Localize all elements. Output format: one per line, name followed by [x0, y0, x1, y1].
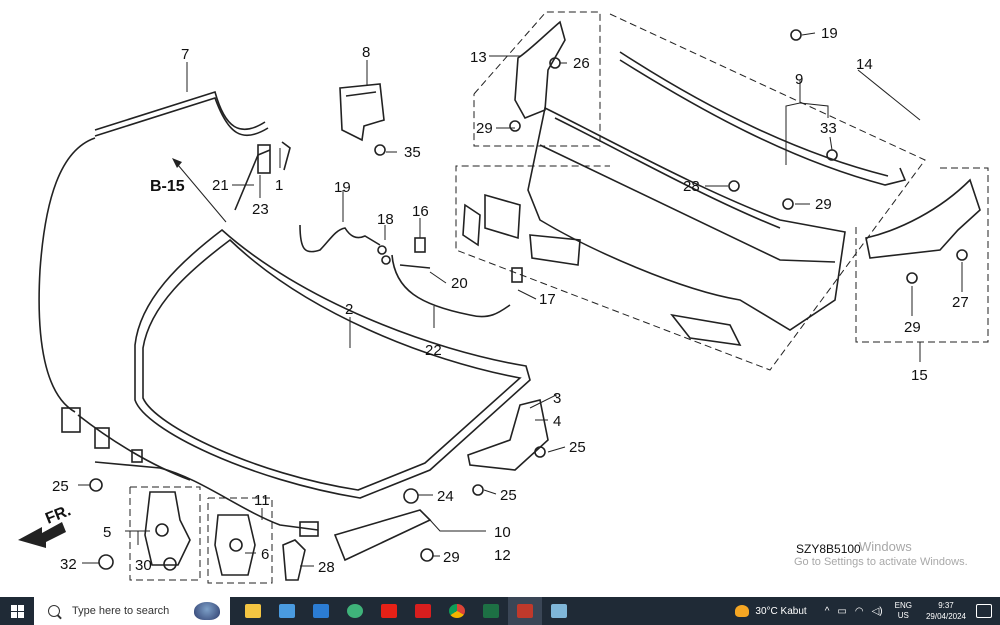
callout-9: 9	[795, 71, 803, 88]
honda-icon	[415, 604, 431, 618]
front-arrow-label: FR.	[43, 502, 73, 527]
search-placeholder: Type here to search	[72, 605, 170, 617]
callout-25-lower: 25	[500, 487, 517, 504]
callout-7: 7	[181, 46, 189, 63]
callout-16: 16	[412, 203, 429, 220]
callout-22: 22	[425, 342, 442, 359]
callout-17: 17	[539, 291, 556, 308]
input-language[interactable]: ENG US	[895, 601, 912, 621]
callout-15: 15	[911, 367, 928, 384]
callout-10: 10	[494, 524, 511, 541]
hood-panel	[134, 228, 531, 499]
hood-seal-7	[38, 90, 269, 413]
callout-5: 5	[103, 524, 111, 541]
search-highlight-icon	[194, 602, 220, 620]
callout-24: 24	[437, 488, 454, 505]
wifi-icon[interactable]: ◠	[855, 606, 864, 617]
side-cover-15	[865, 178, 981, 259]
callout-25-upper: 25	[569, 439, 586, 456]
callout-13: 13	[470, 49, 487, 66]
callout-33: 33	[820, 120, 837, 137]
taskbar-excel[interactable]	[474, 597, 508, 625]
taskbar-store[interactable]	[270, 597, 304, 625]
edge-icon	[347, 604, 363, 618]
clock-date: 29/04/2024	[925, 612, 966, 621]
hood-hinge-8	[339, 83, 386, 156]
leader-lines	[78, 32, 963, 567]
youtube-icon	[381, 604, 397, 618]
callout-19: 19	[334, 179, 351, 196]
show-hidden-icons-chevron-icon[interactable]: ^	[825, 606, 830, 617]
frame-group-15	[855, 167, 989, 343]
honda-epc-icon	[517, 604, 533, 618]
clock-time: 9:37	[938, 601, 954, 610]
store-icon	[279, 604, 295, 618]
diagram-code: SZY8B5100	[796, 542, 861, 556]
side-cover-13	[514, 20, 566, 120]
taskbar-edge[interactable]	[338, 597, 372, 625]
taskbar-honda[interactable]	[406, 597, 440, 625]
callout-35: 35	[404, 144, 421, 161]
callout-3: 3	[553, 390, 561, 407]
notifications-icon[interactable]	[976, 604, 992, 618]
callout-31: 19	[821, 25, 838, 42]
callout-27-upper: 26	[573, 55, 590, 72]
callout-29-lower: 29	[904, 319, 921, 336]
activation-watermark-title: Windows	[859, 539, 912, 554]
system-tray: 30°C Kabut ^ ▭ ◠ ◁) ENG US 9:37 29/04/20…	[735, 597, 1000, 625]
weather-text[interactable]: 30°C Kabut	[755, 606, 806, 617]
callout-1: 1	[275, 177, 283, 194]
callout-28: 28	[683, 178, 700, 195]
activation-watermark-text: Go to Settings to activate Windows.	[794, 556, 968, 568]
hood-latch	[144, 491, 306, 581]
callout-32: 29	[443, 549, 460, 566]
callout-4: 4	[553, 413, 561, 430]
taskbar-youtube[interactable]	[372, 597, 406, 625]
cable-fitting-21-23	[234, 141, 291, 211]
front-arrow	[18, 522, 66, 548]
search-icon	[48, 605, 60, 617]
chrome-icon	[449, 604, 465, 618]
taskbar-search-box[interactable]: Type here to search	[34, 597, 230, 625]
parts-diagram: 7 8 13 26 29 19 14 9 33 28 29 29 27 15 1…	[18, 11, 989, 584]
callout-36: 32	[60, 556, 77, 573]
callout-2: 2	[345, 301, 353, 318]
callout-34: 30	[135, 557, 152, 574]
taskbar-file-explorer[interactable]	[236, 597, 270, 625]
taskbar-honda-epc[interactable]	[508, 597, 542, 625]
callout-26: 25	[52, 478, 69, 495]
windows-icon	[10, 604, 24, 618]
notepad-icon	[551, 604, 567, 618]
region-code: US	[897, 611, 909, 620]
callout-29-middle: 29	[815, 196, 832, 213]
callout-11: 11	[254, 492, 270, 509]
callout-27-lower: 27	[952, 294, 969, 311]
callout-14: 14	[856, 56, 873, 73]
callout-6: 6	[261, 546, 269, 563]
callout-12: 12	[494, 547, 511, 564]
taskbar: Type here to search 30°C Kabut ^ ▭ ◠ ◁) …	[0, 597, 1000, 625]
taskbar-notepad[interactable]	[542, 597, 576, 625]
clock[interactable]: 9:37 29/04/2024	[926, 600, 966, 622]
callout-21: 21	[212, 177, 229, 194]
mail-icon	[313, 604, 329, 618]
ref-b15: B-15	[150, 178, 185, 195]
cowl-top-14	[462, 51, 907, 347]
callout-20: 20	[451, 275, 468, 292]
weather-icon[interactable]	[735, 605, 750, 617]
volume-icon[interactable]: ◁)	[872, 606, 883, 617]
callout-29-upper: 29	[476, 120, 493, 137]
callout-23: 23	[252, 201, 269, 218]
folder-icon	[245, 604, 261, 618]
start-button[interactable]	[0, 597, 34, 625]
excel-icon	[483, 604, 499, 618]
callout-30: 28	[318, 559, 335, 576]
cover-10-12	[333, 509, 432, 562]
callout-18: 18	[377, 211, 394, 228]
callout-8: 8	[362, 44, 370, 61]
language-code: ENG	[894, 601, 912, 610]
taskbar-mail[interactable]	[304, 597, 338, 625]
taskbar-chrome[interactable]	[440, 597, 474, 625]
network-icon[interactable]: ▭	[837, 606, 846, 617]
